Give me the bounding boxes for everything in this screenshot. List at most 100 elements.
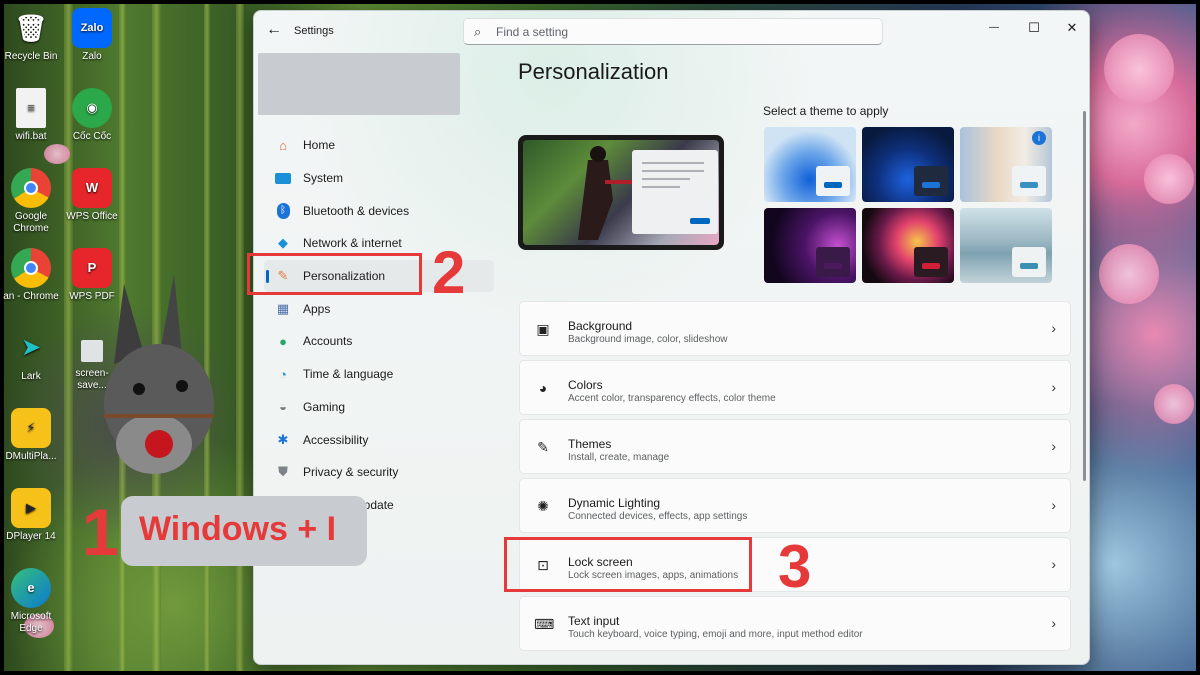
network-icon: ◆ [278,235,288,251]
chevron-right-icon: › [1051,379,1056,395]
setting-text-input[interactable]: ⌨ Text input Touch keyboard, voice typin… [519,596,1071,651]
desktop-icon-chrome[interactable]: Google Chrome [0,168,62,235]
back-button[interactable]: ← [264,22,284,40]
bat-file-icon: ≡ [16,88,46,128]
keyboard-icon: ⌨ [534,616,555,632]
desktop-icon-chrome-profile[interactable]: an - Chrome [0,248,62,303]
desktop-icon-screensaver[interactable]: screen-save... [61,328,123,392]
setting-subtitle: Install, create, manage [568,452,670,463]
sidebar-item-bluetooth[interactable]: ᛒ Bluetooth & devices [264,194,494,227]
setting-background[interactable]: ▣ Background Background image, color, sl… [519,301,1071,356]
palette-icon: ◕ [538,380,548,396]
theme-prompt: Select a theme to apply [763,104,889,118]
close-button[interactable]: ✕ [1055,17,1089,39]
sidebar-item-label: Accounts [303,334,353,349]
desktop-icon-ldmultiplayer[interactable]: ⚡ DMultiPla... [0,408,62,463]
home-icon: ⌂ [279,137,287,153]
setting-title: Colors [568,378,603,392]
sidebar-item-system[interactable]: System [264,162,494,195]
accessibility-icon: ✱ [277,431,289,447]
lark-icon: ➤ [20,334,42,361]
setting-dynamic-lighting[interactable]: ✺ Dynamic Lighting Connected devices, ef… [519,478,1071,533]
desktop-icon-coccoc[interactable]: ◉ Cốc Cốc [61,88,123,143]
search-icon: ⌕ [474,24,482,39]
sidebar-item-label: Privacy & security [303,465,399,480]
preview-dialog [632,150,718,234]
theme-flow[interactable] [862,208,954,283]
maximize-button[interactable]: ☐ [1017,17,1051,39]
theme-captured-motion[interactable] [764,208,856,283]
theme-glow[interactable]: i [960,127,1052,202]
apps-icon: ▦ [276,300,290,316]
sidebar-item-gaming[interactable]: ◒ Gaming [264,391,494,424]
setting-colors[interactable]: ◕ Colors Accent color, transparency effe… [519,360,1071,415]
image-icon: ▣ [536,321,550,337]
setting-title: Background [568,319,633,333]
brush-icon: ✎ [537,439,549,455]
setting-title: Dynamic Lighting [568,496,661,510]
setting-subtitle: Accent color, transparency effects, colo… [568,393,776,404]
theme-windows-dark[interactable] [862,127,954,202]
highlight-personalization [247,253,422,295]
sidebar-item-label: Bluetooth & devices [303,203,410,218]
step-2-label: 2 [432,239,466,306]
app-title: Settings [294,25,334,37]
title-bar: ← Settings ⌕ — ☐ ✕ [254,11,1089,51]
desktop-icon-wifi-bat[interactable]: ≡ wifi.bat [0,88,62,143]
sun-icon: ✺ [537,498,549,514]
setting-subtitle: Touch keyboard, voice typing, emoji and … [568,629,863,640]
spotlight-icon: i [1032,131,1046,145]
settings-list: ▣ Background Background image, color, sl… [519,301,1071,655]
step-3-label: 3 [778,533,812,600]
edge-icon: e [11,568,51,608]
theme-sunrise[interactable] [960,208,1052,283]
search-box[interactable]: ⌕ [463,18,883,45]
desktop-icon-wps-office[interactable]: W WPS Office [61,168,123,223]
sidebar-nav: ⌂ Home System ᛒ Bluetooth & devices ◆ Ne… [264,129,494,521]
gaming-icon: ◒ [279,399,287,415]
shield-icon: ⛊ [278,464,288,480]
sidebar-item-label: Accessibility [303,432,369,447]
theme-preview [518,135,724,250]
sidebar-item-label: Time & language [303,367,394,382]
desktop-icon-edge[interactable]: e Microsoft Edge [0,568,62,635]
ldplayer-icon: ▶ [11,488,51,528]
setting-subtitle: Background image, color, slideshow [568,334,728,345]
desktop-icon-recycle-bin[interactable]: 🗑 Recycle Bin [0,8,62,63]
sidebar-item-privacy[interactable]: ⛊ Privacy & security [264,456,494,489]
account-profile-placeholder[interactable] [258,53,460,115]
desktop-icon-lark[interactable]: ➤ Lark [0,328,62,383]
keyboard-shortcut-callout: Windows + I [121,496,367,566]
setting-subtitle: Connected devices, effects, app settings [568,511,748,522]
recycle-bin-icon: 🗑 [14,13,48,43]
sidebar-item-label: Apps [303,301,331,316]
ldmultiplayer-icon: ⚡ [11,408,51,448]
search-input[interactable] [496,23,876,41]
desktop-icon-wps-pdf[interactable]: P WPS PDF [61,248,123,303]
sidebar-item-label: System [303,171,344,186]
minimize-button[interactable]: — [977,17,1011,39]
setting-themes[interactable]: ✎ Themes Install, create, manage › [519,419,1071,474]
sidebar-item-label: Network & internet [303,236,402,251]
sidebar-item-label: Gaming [303,399,346,414]
desktop-icon-zalo[interactable]: Zalo Zalo [61,8,123,63]
screensaver-icon [81,340,103,362]
setting-title: Themes [568,437,612,451]
shortcut-text: Windows + I [139,510,337,548]
sidebar-item-label: Home [303,138,336,153]
chrome-icon [11,168,51,208]
preview-wallpaper [523,140,719,245]
sidebar-item-accounts[interactable]: ● Accounts [264,325,494,358]
chrome-profile-icon [11,248,51,288]
sidebar-item-accessibility[interactable]: ✱ Accessibility [264,423,494,456]
setting-title: Text input [568,614,620,628]
system-icon [274,169,292,187]
sidebar-item-home[interactable]: ⌂ Home [264,129,494,162]
highlight-lock-screen [504,537,752,592]
bluetooth-icon: ᛒ [274,202,292,220]
theme-windows-light[interactable] [764,127,856,202]
sidebar-item-time-language[interactable]: ◔ Time & language [264,358,494,391]
desktop-icon-ldplayer[interactable]: ▶ DPlayer 14 [0,488,62,543]
wps-office-icon: W [72,168,112,208]
scrollbar[interactable] [1083,111,1086,481]
